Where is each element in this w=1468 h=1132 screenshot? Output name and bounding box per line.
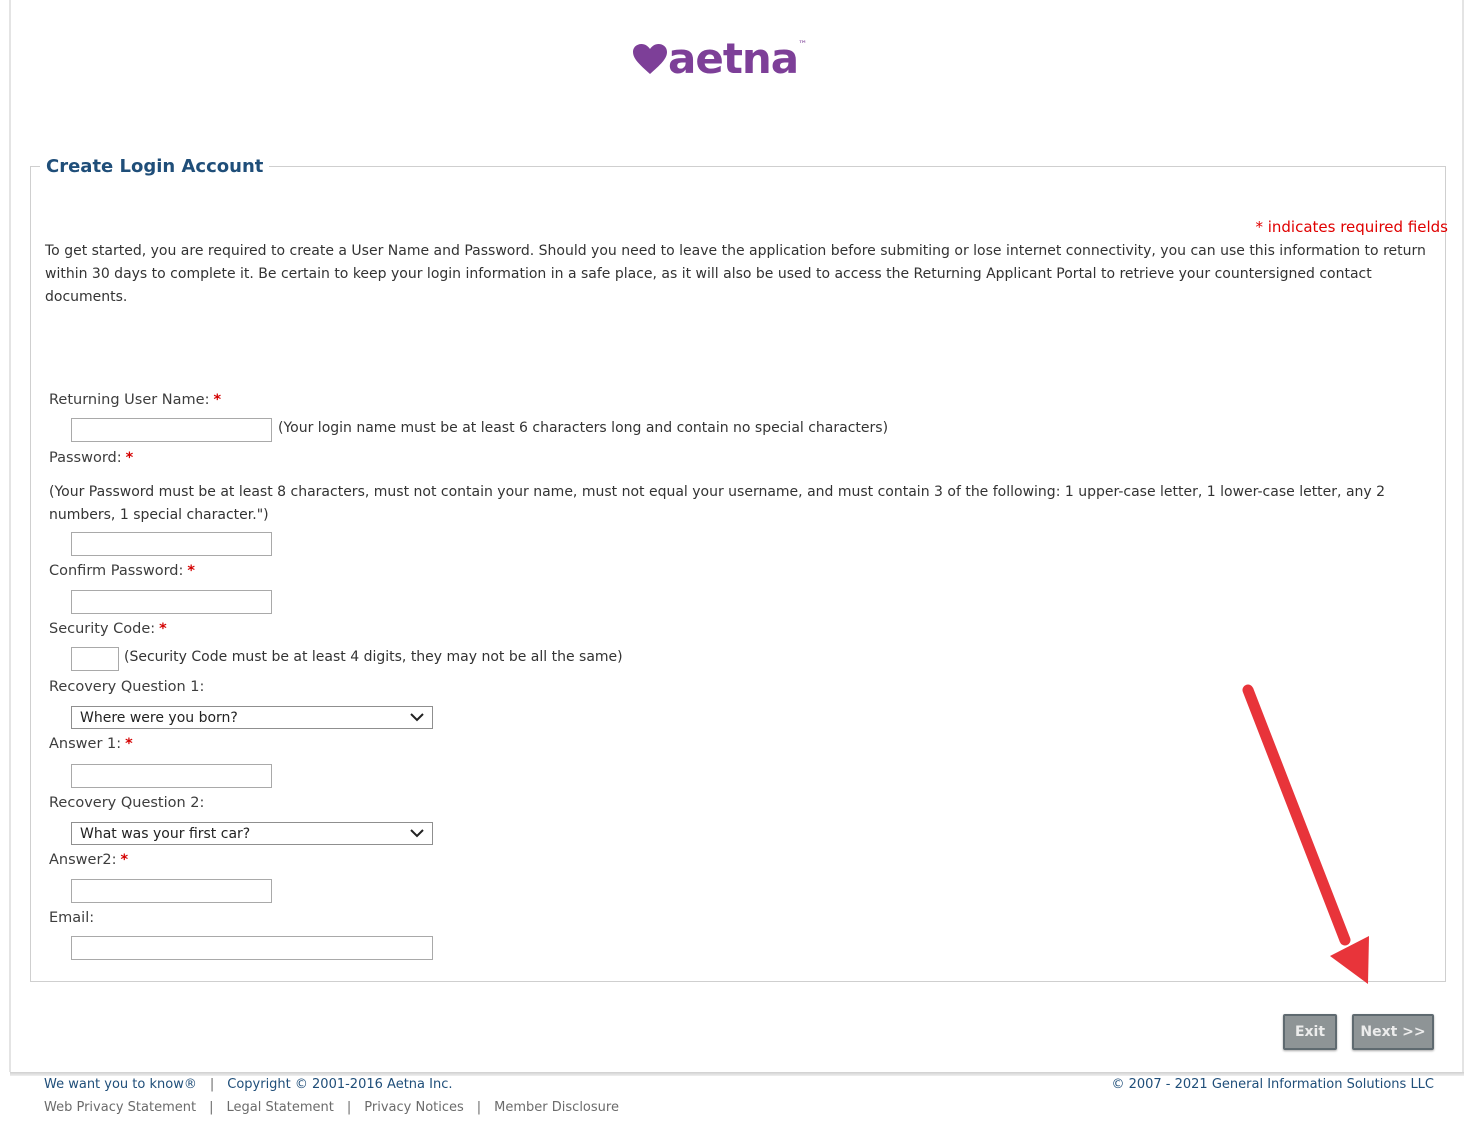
- security-code-label: Security Code: *: [49, 621, 167, 637]
- required-fields-note: * indicates required fields: [1255, 218, 1448, 236]
- footer-divider: [10, 1072, 1464, 1076]
- security-code-label-text: Security Code:: [49, 621, 156, 637]
- recovery-question-1-value: Where were you born?: [80, 709, 238, 726]
- footer-separator: |: [209, 1100, 214, 1115]
- answer-1-input[interactable]: [71, 764, 272, 788]
- confirm-password-label: Confirm Password: *: [49, 563, 195, 579]
- username-label-text: Returning User Name:: [49, 392, 210, 408]
- password-hint: (Your Password must be at least 8 charac…: [49, 484, 1386, 523]
- trademark-mark: ™: [798, 40, 808, 50]
- username-input[interactable]: [71, 418, 272, 442]
- required-marker: *: [187, 563, 195, 579]
- answer-2-input[interactable]: [71, 879, 272, 903]
- exit-button[interactable]: Exit: [1283, 1014, 1337, 1050]
- footer-separator: |: [346, 1100, 352, 1115]
- page-border-left: [9, 0, 11, 1072]
- email-label: Email:: [49, 910, 95, 926]
- required-marker: *: [125, 736, 133, 752]
- password-label-text: Password:: [49, 450, 122, 466]
- required-marker: *: [213, 392, 222, 408]
- web-privacy-statement-link[interactable]: Web Privacy Statement: [44, 1100, 196, 1115]
- required-marker: *: [125, 450, 134, 466]
- recovery-question-1-select[interactable]: Where were you born?: [71, 706, 433, 729]
- brand-name: aetna: [668, 34, 799, 83]
- email-input[interactable]: [71, 936, 433, 960]
- form-title: Create Login Account: [46, 156, 264, 177]
- privacy-notices-link[interactable]: Privacy Notices: [364, 1100, 464, 1115]
- footer-row-2: Web Privacy Statement | Legal Statement …: [44, 1100, 619, 1115]
- next-button[interactable]: Next >>: [1352, 1014, 1434, 1050]
- answer-2-label: Answer2: *: [49, 852, 128, 868]
- answer-1-label: Answer 1: *: [49, 736, 133, 752]
- recovery-question-2-select[interactable]: What was your first car?: [71, 822, 433, 845]
- footer-separator: |: [209, 1077, 215, 1092]
- recovery-question-2-value: What was your first car?: [80, 825, 251, 842]
- chevron-down-icon: [410, 829, 424, 838]
- aetna-logo: aetna ™: [632, 34, 807, 84]
- red-arrow-annotation: [1242, 684, 1369, 984]
- answer-1-label-text: Answer 1:: [49, 736, 122, 752]
- recovery-question-1-label: Recovery Question 1:: [49, 679, 205, 695]
- recovery-question-2-label: Recovery Question 2:: [49, 795, 205, 811]
- username-hint: (Your login name must be at least 6 char…: [278, 420, 889, 436]
- page-border-right: [1462, 0, 1464, 1072]
- vendor-copyright: © 2007 - 2021 General Information Soluti…: [1111, 1077, 1434, 1092]
- confirm-password-input[interactable]: [71, 590, 272, 614]
- footer-separator: |: [476, 1100, 482, 1115]
- we-want-you-to-know-link[interactable]: We want you to know®: [44, 1077, 197, 1092]
- password-label: Password: *: [49, 450, 133, 466]
- required-marker: *: [120, 852, 129, 868]
- security-code-input[interactable]: [71, 647, 119, 671]
- legal-statement-link[interactable]: Legal Statement: [226, 1100, 333, 1115]
- member-disclosure-link[interactable]: Member Disclosure: [494, 1100, 619, 1115]
- copyright-link[interactable]: Copyright © 2001-2016 Aetna Inc.: [227, 1077, 452, 1092]
- password-input[interactable]: [71, 532, 272, 556]
- chevron-down-icon: [410, 713, 424, 722]
- security-code-hint: (Security Code must be at least 4 digits…: [124, 649, 623, 665]
- heart-icon: [633, 44, 667, 74]
- intro-text: To get started, you are required to crea…: [45, 243, 1426, 305]
- confirm-password-label-text: Confirm Password:: [49, 563, 184, 579]
- username-label: Returning User Name: *: [49, 392, 221, 408]
- footer-row-1: We want you to know® | Copyright © 2001-…: [44, 1077, 452, 1092]
- answer-2-label-text: Answer2:: [49, 852, 117, 868]
- required-marker: *: [159, 621, 167, 637]
